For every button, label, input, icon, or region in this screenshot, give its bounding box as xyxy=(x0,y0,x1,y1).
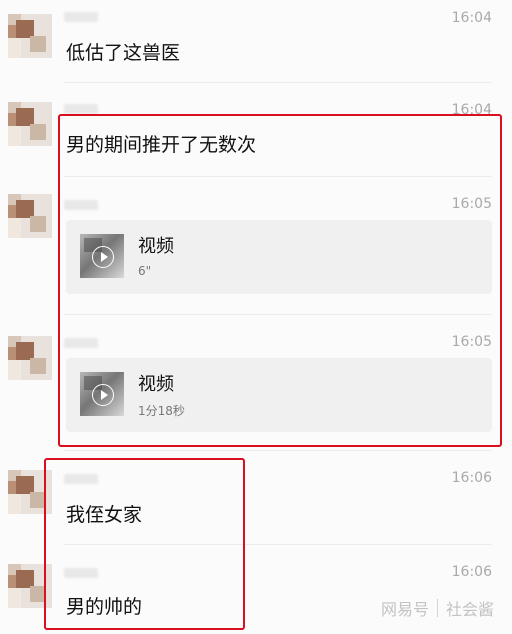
video-message-card[interactable]: 视频 6" xyxy=(66,220,492,294)
watermark-left: 网易号 xyxy=(380,600,429,619)
play-icon[interactable] xyxy=(92,246,114,268)
chat-message: 16:04 低估了这兽医 xyxy=(0,0,512,82)
avatar[interactable] xyxy=(8,470,52,514)
message-time: 16:04 xyxy=(451,102,492,118)
chat-message: 16:06 男的帅的 xyxy=(0,554,512,634)
avatar[interactable] xyxy=(8,564,52,608)
sender-name-blurred xyxy=(64,104,98,114)
sender-name-blurred xyxy=(64,568,98,578)
sender-name-blurred xyxy=(64,474,98,484)
video-duration: 1分18秒 xyxy=(138,404,185,418)
message-divider xyxy=(64,82,492,83)
play-icon[interactable] xyxy=(92,384,114,406)
message-divider xyxy=(64,544,492,545)
message-text: 我侄女家 xyxy=(66,504,143,526)
message-divider xyxy=(64,450,492,451)
video-title: 视频 xyxy=(138,374,174,395)
message-text: 男的期间推开了无数次 xyxy=(66,134,257,156)
watermark: 网易号 社会酱 xyxy=(381,596,494,620)
message-text: 低估了这兽医 xyxy=(66,42,181,64)
chat-message: 16:05 视频 6" xyxy=(0,186,512,310)
chat-message: 16:04 男的期间推开了无数次 xyxy=(0,92,512,176)
avatar[interactable] xyxy=(8,14,52,58)
video-duration: 6" xyxy=(138,264,152,278)
sender-name-blurred xyxy=(64,12,98,22)
message-time: 16:04 xyxy=(451,10,492,26)
avatar[interactable] xyxy=(8,336,52,380)
video-title: 视频 xyxy=(138,236,174,257)
sender-name-blurred xyxy=(64,338,98,348)
message-time: 16:06 xyxy=(451,564,492,580)
chat-message: 16:06 我侄女家 xyxy=(0,460,512,542)
video-message-card[interactable]: 视频 1分18秒 xyxy=(66,358,492,432)
watermark-divider xyxy=(436,599,438,617)
message-time: 16:05 xyxy=(451,196,492,212)
video-thumbnail[interactable] xyxy=(80,234,124,278)
watermark-right: 社会酱 xyxy=(445,600,494,619)
message-text: 男的帅的 xyxy=(66,596,143,618)
message-divider xyxy=(64,314,492,315)
message-time: 16:05 xyxy=(451,334,492,350)
video-thumbnail[interactable] xyxy=(80,372,124,416)
avatar[interactable] xyxy=(8,194,52,238)
message-divider xyxy=(64,176,492,177)
chat-message: 16:05 视频 1分18秒 xyxy=(0,324,512,448)
sender-name-blurred xyxy=(64,200,98,210)
message-time: 16:06 xyxy=(451,470,492,486)
avatar[interactable] xyxy=(8,102,52,146)
